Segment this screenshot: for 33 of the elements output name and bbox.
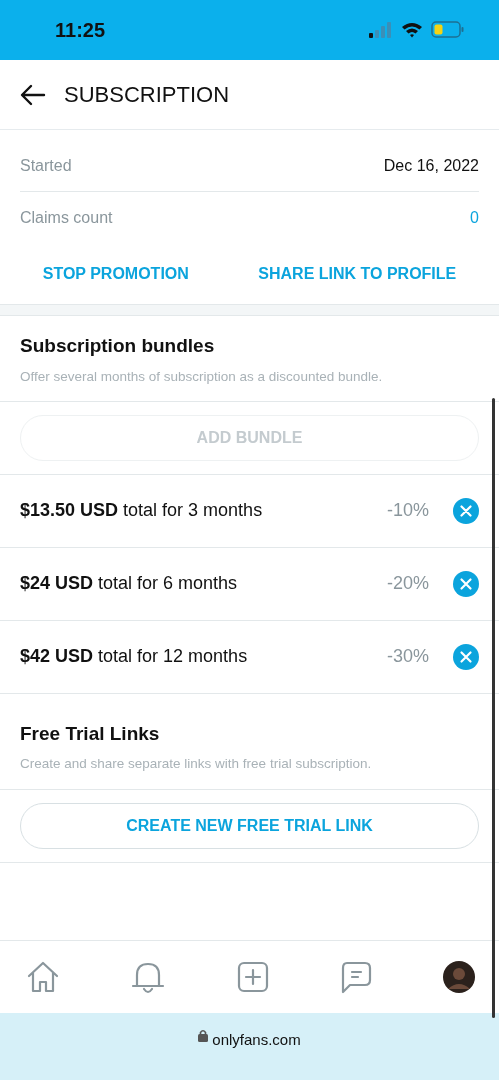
signal-icon — [369, 22, 393, 38]
detail-link[interactable]: 0 — [470, 206, 479, 230]
battery-icon — [431, 21, 465, 39]
detail-label: Started — [20, 155, 72, 176]
discount-text: -10% — [386, 499, 429, 523]
chat-icon[interactable] — [339, 960, 372, 994]
lock-icon — [198, 1029, 209, 1042]
remove-icon[interactable] — [453, 570, 479, 597]
status-time: 11:25 — [55, 18, 106, 43]
url-text[interactable]: onlyfans.com — [212, 1029, 301, 1052]
home-icon[interactable] — [26, 960, 60, 994]
avatar[interactable] — [443, 961, 475, 993]
detail-label: Claims count — [20, 208, 113, 228]
discount-text: -20% — [386, 572, 429, 596]
bundle-text: $13.50 USD total for 3 months — [20, 499, 264, 523]
section-title: Free Trial Links — [20, 721, 161, 746]
page-title: SUBSCRIPTION — [64, 81, 230, 109]
outline-button[interactable]: CREATE NEW FREE TRIAL LINK — [20, 802, 479, 849]
remove-icon[interactable] — [453, 497, 479, 524]
discount-text: -30% — [386, 645, 429, 669]
remove-icon[interactable] — [453, 643, 479, 670]
detail-value: Dec 16, 2022 — [383, 155, 479, 176]
section-title: Subscription bundles — [20, 334, 216, 358]
bundle-text: $24 USD total for 6 months — [20, 572, 239, 596]
section-description: Offer several months of subscription as a discounted bundle. — [20, 367, 384, 386]
bundle-text: $42 USD total for 12 months — [20, 645, 249, 669]
action-link[interactable]: STOP PROMOTION — [36, 258, 195, 290]
wifi-icon — [401, 22, 423, 38]
action-link[interactable]: SHARE LINK TO PROFILE — [252, 258, 463, 290]
add-icon[interactable] — [236, 961, 269, 993]
back-arrow-icon[interactable] — [20, 83, 46, 106]
scrollbar[interactable] — [492, 398, 495, 1018]
section-description: Create and share separate links with free trial subscription. — [20, 755, 373, 774]
